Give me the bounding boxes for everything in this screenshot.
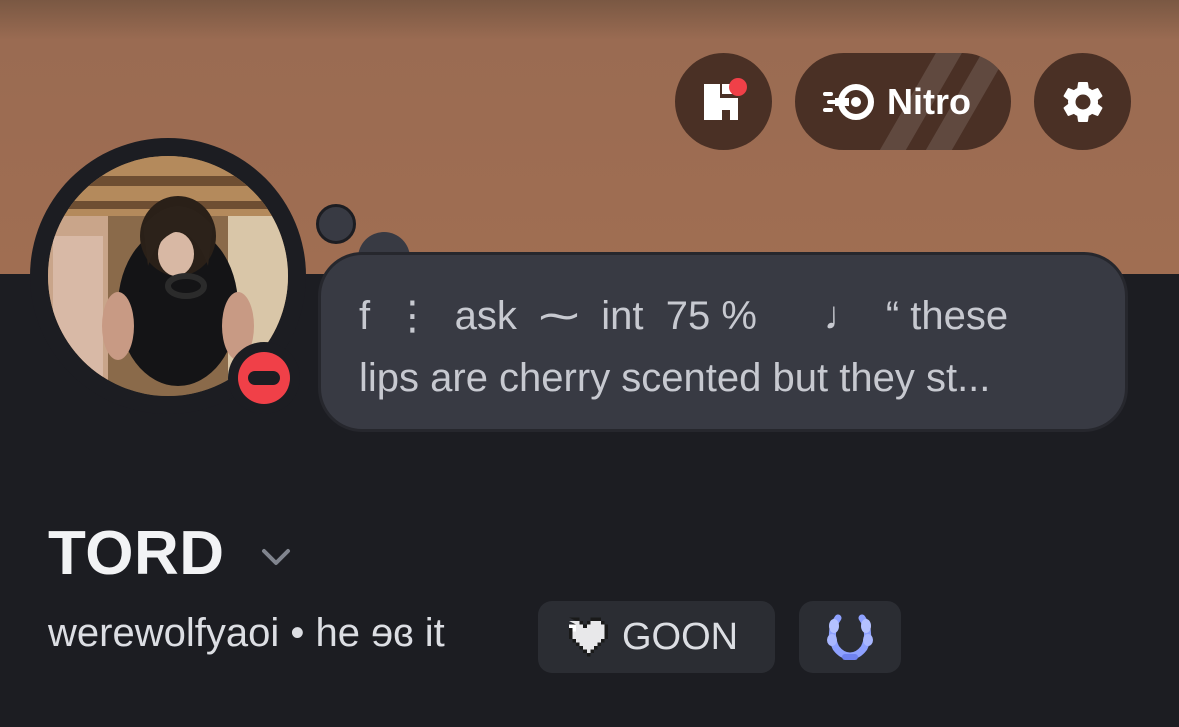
shop-button[interactable] xyxy=(675,53,772,150)
settings-button[interactable] xyxy=(1034,53,1131,150)
nitro-label: Nitro xyxy=(887,80,971,122)
separator-dot: • xyxy=(279,611,316,655)
badge-pill[interactable] xyxy=(799,601,901,673)
custom-status-line-2: lips are cherry scented but they st... xyxy=(359,356,991,400)
chevron-down-icon[interactable] xyxy=(258,544,294,570)
gear-icon xyxy=(1063,81,1102,122)
guild-tag-pill[interactable]: GOON xyxy=(538,601,775,673)
thought-dot-small xyxy=(316,204,356,244)
shop-icon xyxy=(703,77,747,120)
nitro-button[interactable]: Nitro xyxy=(795,53,1011,150)
username-line: werewolfyaoi • he ɘɞ it xyxy=(48,611,445,656)
custom-status-bubble[interactable]: f ⋮ ask ⁓ int 75 % ♩ “ these lips are ch… xyxy=(318,252,1128,432)
notification-dot xyxy=(728,77,747,96)
profile-screen: Nitro f ⋮ ask ⁓ int 75 % ♩ “ these lips … xyxy=(0,0,1179,727)
username: werewolfyaoi xyxy=(48,611,280,655)
custom-status-line-1: f ⋮ ask ⁓ int 75 % ♩ “ these xyxy=(359,294,1009,338)
nitro-icon xyxy=(823,83,874,120)
dnd-status-bar xyxy=(248,371,280,385)
pixel-heart-icon xyxy=(569,617,608,657)
tag-label: GOON xyxy=(622,615,739,658)
pronouns: he ɘɞ it xyxy=(315,611,445,655)
display-name[interactable]: TORD xyxy=(48,518,225,589)
laurel-badge-icon xyxy=(827,614,873,660)
